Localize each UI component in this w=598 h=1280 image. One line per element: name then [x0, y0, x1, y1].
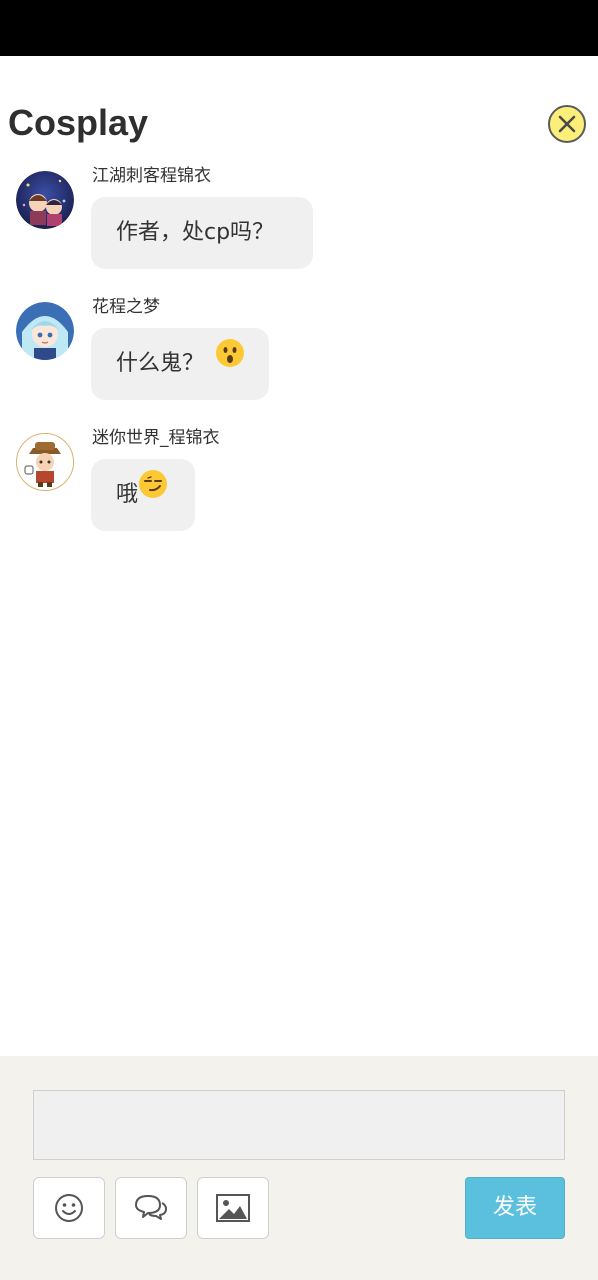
smirking-face-icon — [138, 457, 168, 529]
page-title: Cosplay — [8, 102, 149, 143]
chat-screen: Cosplay 江湖刺客程锦衣 作者，处cp吗？ 花程之梦 什么鬼？ 迷你世界_… — [0, 0, 598, 1280]
astonished-face-icon — [215, 326, 245, 398]
message-text: 作者，处cp吗？ — [116, 220, 275, 245]
emoji-button[interactable] — [33, 1177, 105, 1239]
smiley-icon — [55, 1194, 83, 1222]
message-bubble: 作者，处cp吗？ — [91, 197, 313, 269]
chat-message: 迷你世界_程锦衣 哦 — [0, 427, 598, 537]
message-author: 江湖刺客程锦衣 — [92, 166, 211, 186]
message-text: 哦 — [116, 482, 139, 507]
publish-button[interactable]: 发表 — [465, 1177, 565, 1239]
close-icon — [558, 115, 576, 133]
message-text: 什么鬼？ — [116, 351, 205, 376]
status-bar — [0, 0, 598, 56]
image-button[interactable] — [197, 1177, 269, 1239]
chat-message: 江湖刺客程锦衣 作者，处cp吗？ — [0, 165, 598, 275]
composer-panel: 发表 — [0, 1056, 598, 1280]
message-input[interactable] — [33, 1090, 565, 1160]
chat-message: 花程之梦 什么鬼？ — [0, 296, 598, 406]
message-bubble: 哦 — [91, 459, 195, 531]
close-button[interactable] — [548, 105, 586, 143]
avatar[interactable] — [16, 433, 74, 491]
quote-reply-button[interactable] — [115, 1177, 187, 1239]
message-author: 花程之梦 — [92, 297, 160, 317]
avatar[interactable] — [16, 171, 74, 229]
chat-bubbles-icon — [135, 1195, 167, 1220]
image-icon — [216, 1194, 250, 1222]
message-author: 迷你世界_程锦衣 — [92, 428, 220, 448]
avatar[interactable] — [16, 302, 74, 360]
message-bubble: 什么鬼？ — [91, 328, 269, 400]
